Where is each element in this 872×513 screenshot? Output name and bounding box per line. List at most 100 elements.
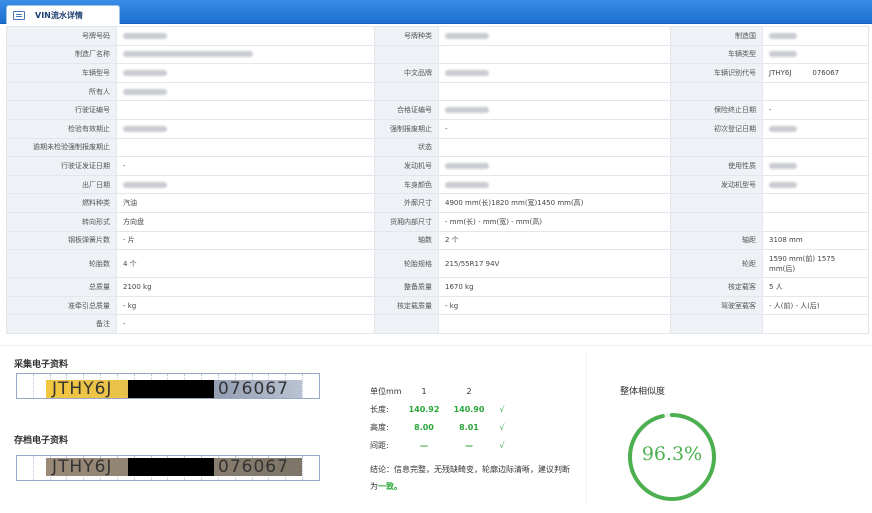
field-value (762, 137, 869, 158)
field-label: 车辆类型 (670, 44, 763, 65)
redacted-value (445, 32, 489, 39)
field-value (438, 314, 671, 334)
redacted-value (123, 125, 167, 132)
info-row: 检验有效期止 强制报废期止 - 初次登记日期 (6, 118, 869, 139)
field-label (670, 137, 763, 158)
measurement-check: √ (499, 404, 505, 414)
redacted-value (769, 51, 797, 58)
field-value (438, 156, 671, 176)
similarity-value: 96.3% (641, 443, 703, 465)
tab-vin-detail[interactable]: VIN流水详情 (6, 5, 120, 24)
measurement-label: 长度: (370, 404, 389, 414)
field-label: 号牌号码 (6, 26, 117, 46)
field-value: - (116, 314, 375, 334)
field-value (762, 314, 869, 334)
field-value (762, 44, 869, 65)
field-value (762, 81, 869, 102)
measurement-v2: 140.90 (453, 404, 485, 414)
field-value (762, 211, 869, 232)
redacted-value (123, 32, 167, 39)
info-row: 出厂日期 车身颜色 发动机型号 (6, 174, 869, 195)
field-label: 准牵引总质量 (6, 295, 117, 316)
redacted-value (445, 162, 489, 169)
field-label: 转向形式 (6, 211, 117, 232)
info-row: 行驶证发证日期 - 发动机号 使用性质 (6, 156, 869, 176)
field-label: 初次登记日期 (670, 118, 763, 139)
info-row: 燃料种类 汽油 外廓尺寸 4900 mm(长)1820 mm(宽)1450 mm(高) (6, 193, 869, 213)
field-label: 合格证编号 (374, 100, 439, 120)
field-value (116, 174, 375, 195)
field-value (762, 156, 869, 176)
info-row: 钢板弹簧片数 - 片轴数 2 个轴距 3108 mm (6, 230, 869, 251)
field-label: 行驶证编号 (6, 100, 117, 120)
field-value: 1670 kg (438, 277, 671, 297)
measurement-header: 单位mm 1 2 (370, 382, 560, 400)
field-value: - (116, 156, 375, 176)
field-label: 整备质量 (374, 277, 439, 297)
field-label (374, 81, 439, 102)
field-label: 中文品牌 (374, 63, 439, 83)
field-value (438, 100, 671, 120)
field-value: 2 个 (438, 230, 671, 251)
info-row: 准牵引总质量 - kg 核定载质量 - kg 驾驶室载客 - 人(前) - 人(后) (6, 295, 869, 316)
field-value (762, 26, 869, 46)
field-value: 215/55R17 94V (438, 249, 671, 279)
field-value: - mm(长) - mm(宽) - mm(高) (438, 211, 671, 232)
field-value (116, 63, 375, 83)
field-value (116, 100, 375, 120)
measurement-label: 高度: (370, 422, 389, 432)
field-value: - (762, 100, 869, 120)
measurement-label: 间距: (370, 440, 389, 450)
vin-detail-window: VIN流水详情 号牌号码 号牌种类 制造国 制造厂名称 车辆类型 车辆型号 中文品牌 车辆识别… (0, 0, 872, 513)
unit-label: 单位mm (370, 386, 402, 396)
field-label: 出厂日期 (6, 174, 117, 195)
measurement-v1: 8.00 (414, 422, 434, 432)
field-label: 轮胎规格 (374, 249, 439, 279)
similarity-title: 整体相似度 (620, 387, 666, 397)
title-bar: VIN流水详情 (0, 0, 872, 24)
field-value: 5 人 (762, 277, 869, 297)
redacted-value (445, 181, 489, 188)
field-value (438, 174, 671, 195)
window-icon (13, 10, 25, 20)
archive-title: 存档电子资料 (14, 436, 69, 446)
field-label: 号牌种类 (374, 26, 439, 46)
field-value: 3108 mm (762, 230, 869, 251)
field-value (116, 137, 375, 158)
field-label: 制造国 (670, 26, 763, 46)
field-value: 1590 mm(前) 1575 mm(后) (762, 249, 869, 279)
field-label: 核定载质量 (374, 295, 439, 316)
tab-label: VIN流水详情 (35, 10, 83, 20)
info-row: 备注 - (6, 314, 869, 334)
field-label (374, 314, 439, 334)
field-value (116, 26, 375, 46)
info-row: 总质量 2100 kg 整备质量 1670 kg 核定载客 5 人 (6, 277, 869, 297)
field-label: 强制报废期止 (374, 118, 439, 139)
field-value: 汽油 (116, 193, 375, 213)
capture-vin-redaction (128, 380, 214, 398)
field-label: 总质量 (6, 277, 117, 297)
field-value (762, 118, 869, 139)
field-label: 核定载客 (670, 277, 763, 297)
field-value: 2100 kg (116, 277, 375, 297)
field-label: 轴距 (670, 230, 763, 251)
field-label: 外廓尺寸 (374, 193, 439, 213)
field-label: 行驶证发证日期 (6, 156, 117, 176)
redacted-value (769, 125, 797, 132)
field-value: - kg (116, 295, 375, 316)
field-value (438, 26, 671, 46)
info-row: 逾期未检验强制报废期止 状态 (6, 137, 869, 158)
field-value: 4900 mm(长)1820 mm(宽)1450 mm(高) (438, 193, 671, 213)
field-label: 检验有效期止 (6, 118, 117, 139)
field-label: 发动机型号 (670, 174, 763, 195)
field-value (438, 81, 671, 102)
field-label: 使用性质 (670, 156, 763, 176)
field-label: 保险终止日期 (670, 100, 763, 120)
info-row: 转向形式 方向盘 货厢内部尺寸 - mm(长) - mm(宽) - mm(高) (6, 211, 869, 232)
field-value: - 片 (116, 230, 375, 251)
field-label (670, 81, 763, 102)
field-label: 所有人 (6, 81, 117, 102)
field-label: 状态 (374, 137, 439, 158)
info-row: 轮胎数 4 个轮胎规格 215/55R17 94V 轮距 1590 mm(前) 1575… (6, 249, 869, 279)
field-value (762, 174, 869, 195)
